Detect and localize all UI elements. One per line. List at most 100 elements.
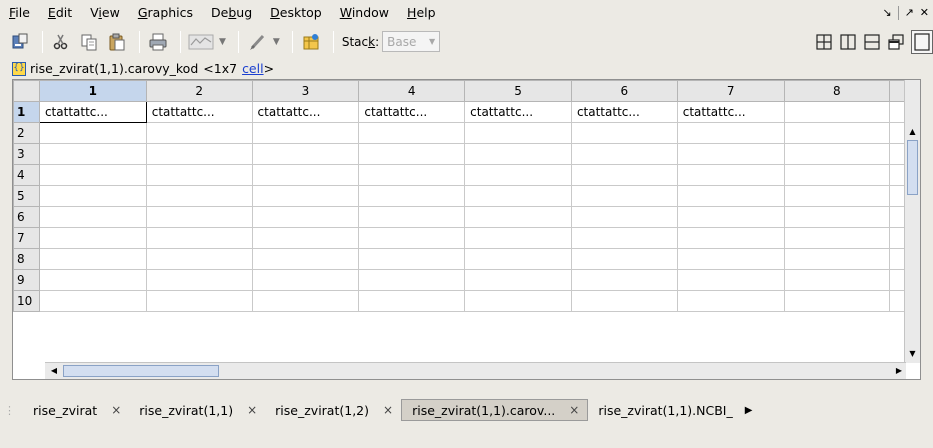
row-header[interactable]: 7 (13, 227, 40, 249)
grid-cell[interactable] (358, 122, 466, 144)
grid-cell[interactable] (464, 143, 572, 165)
column-header[interactable]: 4 (358, 80, 466, 102)
grid-cell[interactable] (676, 227, 785, 249)
column-header[interactable]: 3 (251, 80, 360, 102)
grid-cell[interactable] (570, 185, 678, 207)
paste-icon[interactable] (105, 30, 129, 54)
grid-cell[interactable] (570, 122, 678, 144)
grid-cell[interactable] (570, 206, 678, 228)
grid-cell[interactable] (38, 185, 147, 207)
column-header[interactable]: 1 (38, 80, 147, 102)
grid-cell[interactable] (783, 185, 891, 207)
close-icon[interactable]: × (383, 403, 393, 417)
grid-cell[interactable] (783, 227, 891, 249)
tab-ncbi[interactable]: rise_zvirat(1,1).NCBI_ (588, 399, 740, 421)
grid-cell[interactable] (676, 122, 785, 144)
grid-cell[interactable] (464, 122, 572, 144)
float-icon[interactable] (887, 33, 905, 51)
grid-cell[interactable] (38, 248, 147, 270)
grid-cell[interactable] (676, 143, 785, 165)
grid-cell[interactable] (570, 269, 678, 291)
grid-cell[interactable] (251, 143, 360, 165)
plot-dropdown-icon[interactable]: ▼ (219, 37, 226, 47)
split-horizontal-icon[interactable] (863, 33, 881, 51)
vertical-scroll-thumb[interactable] (907, 140, 918, 195)
brush-dropdown-icon[interactable]: ▼ (273, 37, 280, 47)
grid-corner[interactable] (13, 80, 40, 102)
scroll-up-icon[interactable]: ▲ (905, 125, 920, 139)
grid-cell[interactable] (358, 143, 466, 165)
menu-file[interactable]: File (0, 0, 39, 25)
grid-cell[interactable] (251, 185, 360, 207)
grid-cell[interactable] (783, 143, 891, 165)
grid-cell[interactable]: ctattattc... (464, 101, 572, 123)
plot-icon[interactable] (187, 30, 215, 54)
row-header[interactable]: 5 (13, 185, 40, 207)
grid-cell[interactable] (251, 164, 360, 186)
row-header[interactable]: 4 (13, 164, 40, 186)
grid-cell[interactable] (251, 269, 360, 291)
grid-cell[interactable] (145, 143, 253, 165)
grid-cell[interactable] (145, 206, 253, 228)
grid-cell[interactable] (464, 248, 572, 270)
grid-cell[interactable] (464, 206, 572, 228)
tile-icon[interactable] (815, 33, 833, 51)
row-header[interactable]: 9 (13, 269, 40, 291)
column-header[interactable]: 2 (145, 80, 253, 102)
grid-cell[interactable] (676, 248, 785, 270)
grid-cell[interactable] (783, 164, 891, 186)
horizontal-scrollbar[interactable]: ◀ ▶ (45, 362, 906, 379)
menu-window[interactable]: Window (331, 0, 398, 25)
grid-cell[interactable] (145, 227, 253, 249)
grid-cell[interactable] (251, 290, 360, 312)
menu-help[interactable]: Help (398, 0, 445, 25)
class-link[interactable]: cell (242, 61, 264, 76)
row-header[interactable]: 6 (13, 206, 40, 228)
grid-cell[interactable] (145, 248, 253, 270)
horizontal-scroll-thumb[interactable] (63, 365, 219, 377)
row-header[interactable]: 8 (13, 248, 40, 270)
menu-debug[interactable]: Debug (202, 0, 261, 25)
grid-cell[interactable] (464, 164, 572, 186)
column-header[interactable]: 7 (676, 80, 785, 102)
copy-icon[interactable] (77, 30, 101, 54)
grid-cell[interactable] (570, 248, 678, 270)
vertical-scrollbar[interactable]: ▲ ▼ (904, 80, 920, 363)
grid-cell[interactable] (38, 206, 147, 228)
close-icon[interactable]: × (569, 403, 579, 417)
grid-cell[interactable] (38, 143, 147, 165)
print-icon[interactable] (146, 30, 170, 54)
row-header[interactable]: 10 (13, 290, 40, 312)
grid-cell[interactable] (676, 269, 785, 291)
grid-cell[interactable] (358, 185, 466, 207)
grid-cell[interactable] (358, 248, 466, 270)
undock-window-icon[interactable]: ↘ (882, 6, 891, 19)
close-icon[interactable]: × (111, 403, 121, 417)
tab-rise-zvirat-1-1[interactable]: rise_zvirat(1,1) × (129, 399, 265, 421)
grid-cell[interactable] (464, 227, 572, 249)
grid-cell[interactable] (570, 227, 678, 249)
grid-cell[interactable]: ctattattc... (358, 101, 466, 123)
close-window-icon[interactable]: ✕ (920, 6, 929, 19)
menu-view[interactable]: View (81, 0, 129, 25)
grid-cell[interactable] (783, 101, 891, 123)
grid-cell[interactable] (145, 290, 253, 312)
grid-cell[interactable] (570, 143, 678, 165)
grid-cell[interactable] (676, 290, 785, 312)
grid-cell[interactable] (464, 290, 572, 312)
stack-select[interactable]: Base ▼ (382, 31, 441, 52)
column-header[interactable]: 6 (570, 80, 678, 102)
tab-carovy-kod[interactable]: rise_zvirat(1,1).carov... × (401, 399, 589, 421)
grid-cell[interactable] (783, 206, 891, 228)
grid-cell[interactable] (783, 269, 891, 291)
grid-cell[interactable] (145, 122, 253, 144)
grid-cell[interactable] (464, 185, 572, 207)
undock-icon[interactable] (8, 30, 32, 54)
grid-cell[interactable] (145, 269, 253, 291)
tab-rise-zvirat[interactable]: rise_zvirat × (23, 399, 129, 421)
grid-cell[interactable]: ctattattc... (570, 101, 678, 123)
grid-cell[interactable] (464, 269, 572, 291)
maximize-window-icon[interactable]: ↗ (905, 6, 914, 19)
grid-cell[interactable] (38, 269, 147, 291)
grid-cell[interactable] (38, 164, 147, 186)
